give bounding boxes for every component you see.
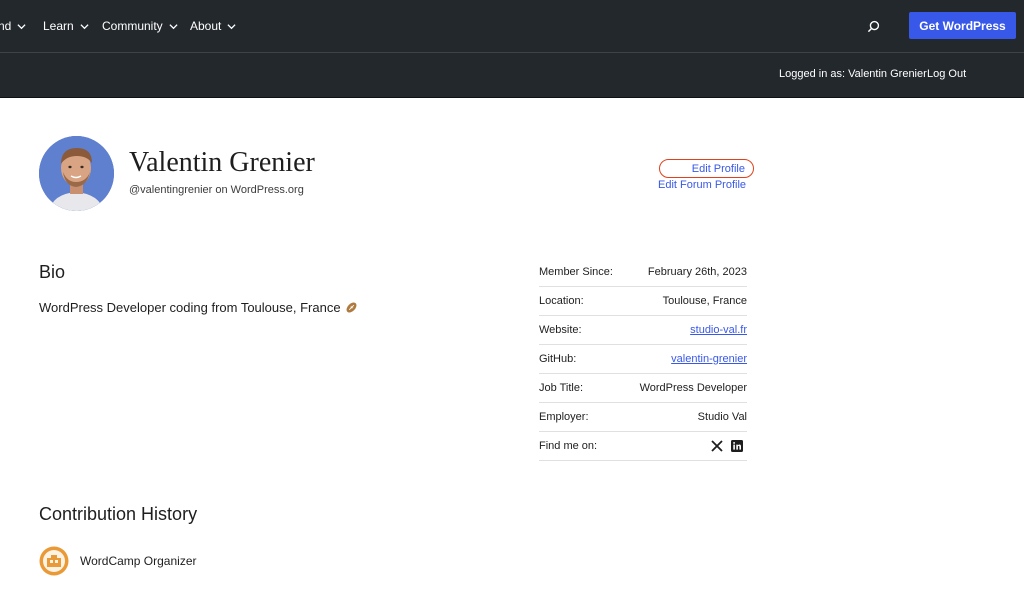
detail-row-job-title: Job Title: WordPress Developer bbox=[539, 374, 747, 403]
detail-row-employer: Employer: Studio Val bbox=[539, 403, 747, 432]
nav-item-label: Learn bbox=[43, 19, 74, 33]
social-links bbox=[711, 440, 747, 452]
linkedin-link[interactable] bbox=[731, 440, 743, 452]
detail-value: Toulouse, France bbox=[662, 295, 747, 307]
detail-label: Employer: bbox=[539, 411, 589, 423]
nav-item-label: Community bbox=[102, 19, 163, 33]
chevron-down-icon bbox=[227, 23, 236, 29]
chevron-down-icon bbox=[17, 23, 26, 29]
avatar-photo bbox=[39, 136, 114, 211]
detail-row-location: Location: Toulouse, France bbox=[539, 287, 747, 316]
nav-item-learn[interactable]: Learn bbox=[43, 0, 89, 52]
bio-section: WordPress Developer coding from Toulouse… bbox=[39, 300, 358, 315]
chevron-down-icon bbox=[169, 23, 178, 29]
rugby-ball-icon bbox=[346, 302, 357, 313]
wordcamp-badge-icon bbox=[39, 546, 69, 576]
detail-label: Find me on: bbox=[539, 440, 598, 452]
contribution-item: WordCamp Organizer bbox=[39, 546, 196, 576]
nav-item-about[interactable]: About bbox=[190, 0, 236, 52]
detail-label: Website: bbox=[539, 324, 582, 336]
logged-in-text: Logged in as: Valentin Grenier bbox=[779, 68, 927, 80]
edit-forum-profile-link[interactable]: Edit Forum Profile bbox=[658, 179, 746, 191]
detail-row-find-me-on: Find me on: bbox=[539, 432, 747, 461]
detail-label: GitHub: bbox=[539, 353, 577, 365]
detail-label: Job Title: bbox=[539, 382, 584, 394]
chevron-down-icon bbox=[80, 23, 89, 29]
log-out-link[interactable]: Log Out bbox=[927, 68, 966, 80]
nav-item-label: nd bbox=[0, 19, 12, 33]
contribution-history-heading: Contribution History bbox=[39, 504, 198, 524]
detail-row-member-since: Member Since: February 26th, 2023 bbox=[539, 258, 747, 287]
nav-item-community[interactable]: Community bbox=[102, 0, 178, 52]
edit-profile-link[interactable]: Edit Profile bbox=[659, 159, 754, 178]
nav-item-label: About bbox=[190, 19, 222, 33]
get-wordpress-button[interactable]: Get WordPress bbox=[909, 12, 1016, 39]
x-icon bbox=[711, 440, 723, 452]
search-icon bbox=[867, 20, 879, 32]
search-button[interactable] bbox=[862, 16, 884, 36]
detail-row-website: Website: studio-val.fr bbox=[539, 316, 747, 345]
detail-label: Location: bbox=[539, 295, 584, 307]
github-link[interactable]: valentin-grenier bbox=[671, 353, 747, 365]
profile-handle: @valentingrenier on WordPress.org bbox=[129, 184, 304, 196]
detail-value: Studio Val bbox=[697, 411, 747, 423]
detail-value: WordPress Developer bbox=[639, 382, 747, 394]
profile-name: Valentin Grenier bbox=[129, 147, 315, 178]
detail-value: February 26th, 2023 bbox=[647, 266, 747, 278]
detail-row-github: GitHub: valentin-grenier bbox=[539, 345, 747, 374]
website-link[interactable]: studio-val.fr bbox=[690, 324, 747, 336]
avatar bbox=[39, 136, 114, 211]
top-navigation: nd Learn Community About Get WordPress bbox=[0, 0, 1024, 53]
profile-details: Member Since: February 26th, 2023 Locati… bbox=[539, 258, 747, 461]
x-link[interactable] bbox=[711, 440, 723, 452]
linkedin-icon bbox=[731, 440, 743, 452]
contribution-label: WordCamp Organizer bbox=[80, 554, 197, 568]
bio-heading: Bio bbox=[39, 262, 66, 282]
nav-item-find[interactable]: nd bbox=[0, 0, 26, 52]
detail-label: Member Since: bbox=[539, 266, 613, 278]
bio-text: WordPress Developer coding from Toulouse… bbox=[39, 300, 341, 315]
